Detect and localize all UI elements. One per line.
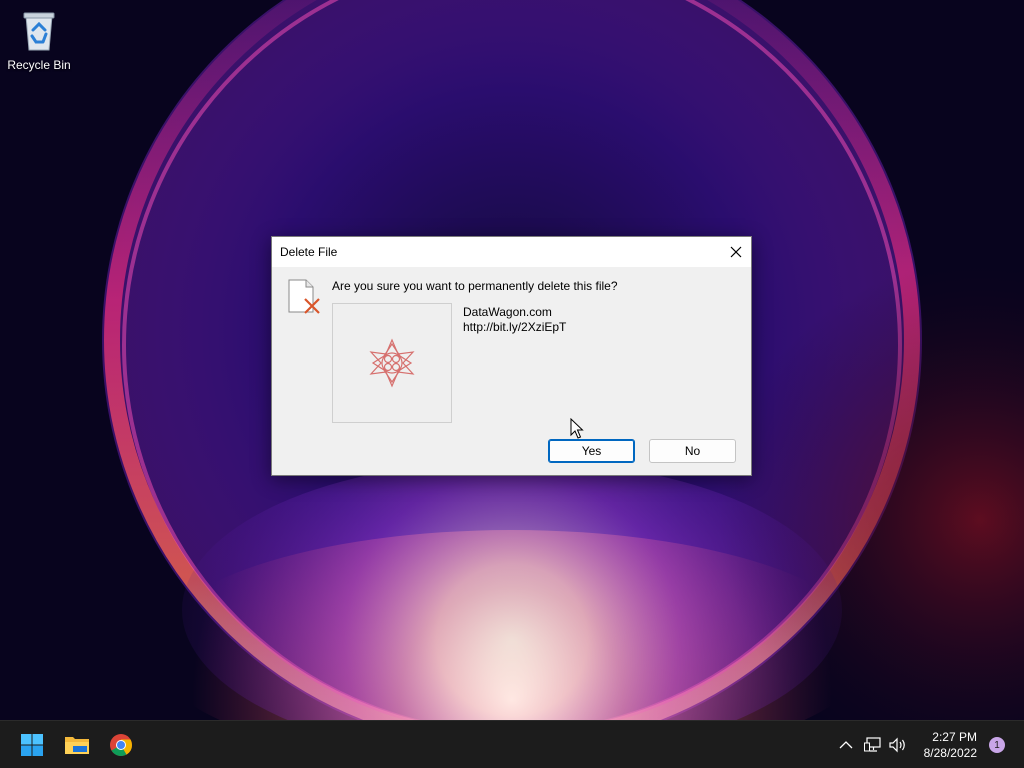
taskbar-clock[interactable]: 2:27 PM 8/28/2022 bbox=[924, 729, 977, 761]
volume-button[interactable] bbox=[888, 735, 908, 755]
taskbar-chrome[interactable] bbox=[105, 729, 137, 761]
file-name: DataWagon.com bbox=[463, 305, 552, 319]
network-button[interactable] bbox=[863, 735, 883, 755]
yes-button[interactable]: Yes bbox=[548, 439, 635, 463]
mouse-cursor-icon bbox=[570, 417, 584, 440]
folder-icon bbox=[65, 737, 89, 754]
speaker-icon bbox=[889, 737, 905, 753]
desktop-icon-label: Recycle Bin bbox=[7, 58, 71, 72]
taskbar: 2:27 PM 8/28/2022 1 bbox=[0, 720, 1024, 768]
clock-time: 2:27 PM bbox=[932, 730, 977, 744]
close-button[interactable] bbox=[721, 237, 751, 267]
taskbar-file-explorer[interactable] bbox=[61, 729, 93, 761]
show-hidden-icons-button[interactable] bbox=[836, 735, 856, 755]
network-icon bbox=[864, 737, 881, 752]
start-button[interactable] bbox=[16, 729, 48, 761]
dialog-body: Are you sure you want to permanently del… bbox=[272, 267, 751, 476]
dialog-title: Delete File bbox=[280, 245, 338, 259]
recycle-bin-icon bbox=[19, 8, 59, 52]
notification-badge[interactable]: 1 bbox=[989, 737, 1005, 753]
dialog-titlebar[interactable]: Delete File bbox=[272, 237, 751, 267]
chrome-icon bbox=[110, 734, 132, 756]
close-icon bbox=[730, 246, 742, 258]
chevron-up-icon bbox=[839, 741, 853, 749]
delete-file-icon bbox=[288, 279, 322, 315]
windows-start-icon bbox=[21, 734, 43, 756]
no-button[interactable]: No bbox=[649, 439, 736, 463]
confirm-question: Are you sure you want to permanently del… bbox=[332, 279, 618, 293]
file-preview-image bbox=[369, 338, 415, 388]
clock-date: 8/28/2022 bbox=[923, 746, 977, 760]
file-thumbnail bbox=[332, 303, 452, 423]
delete-file-dialog: Delete File Are you sure you want to per… bbox=[271, 236, 752, 476]
file-info: DataWagon.com http://bit.ly/2XziEpT bbox=[463, 305, 566, 335]
desktop-icon-recycle-bin[interactable]: Recycle Bin bbox=[4, 6, 74, 78]
file-detail: http://bit.ly/2XziEpT bbox=[463, 320, 567, 334]
